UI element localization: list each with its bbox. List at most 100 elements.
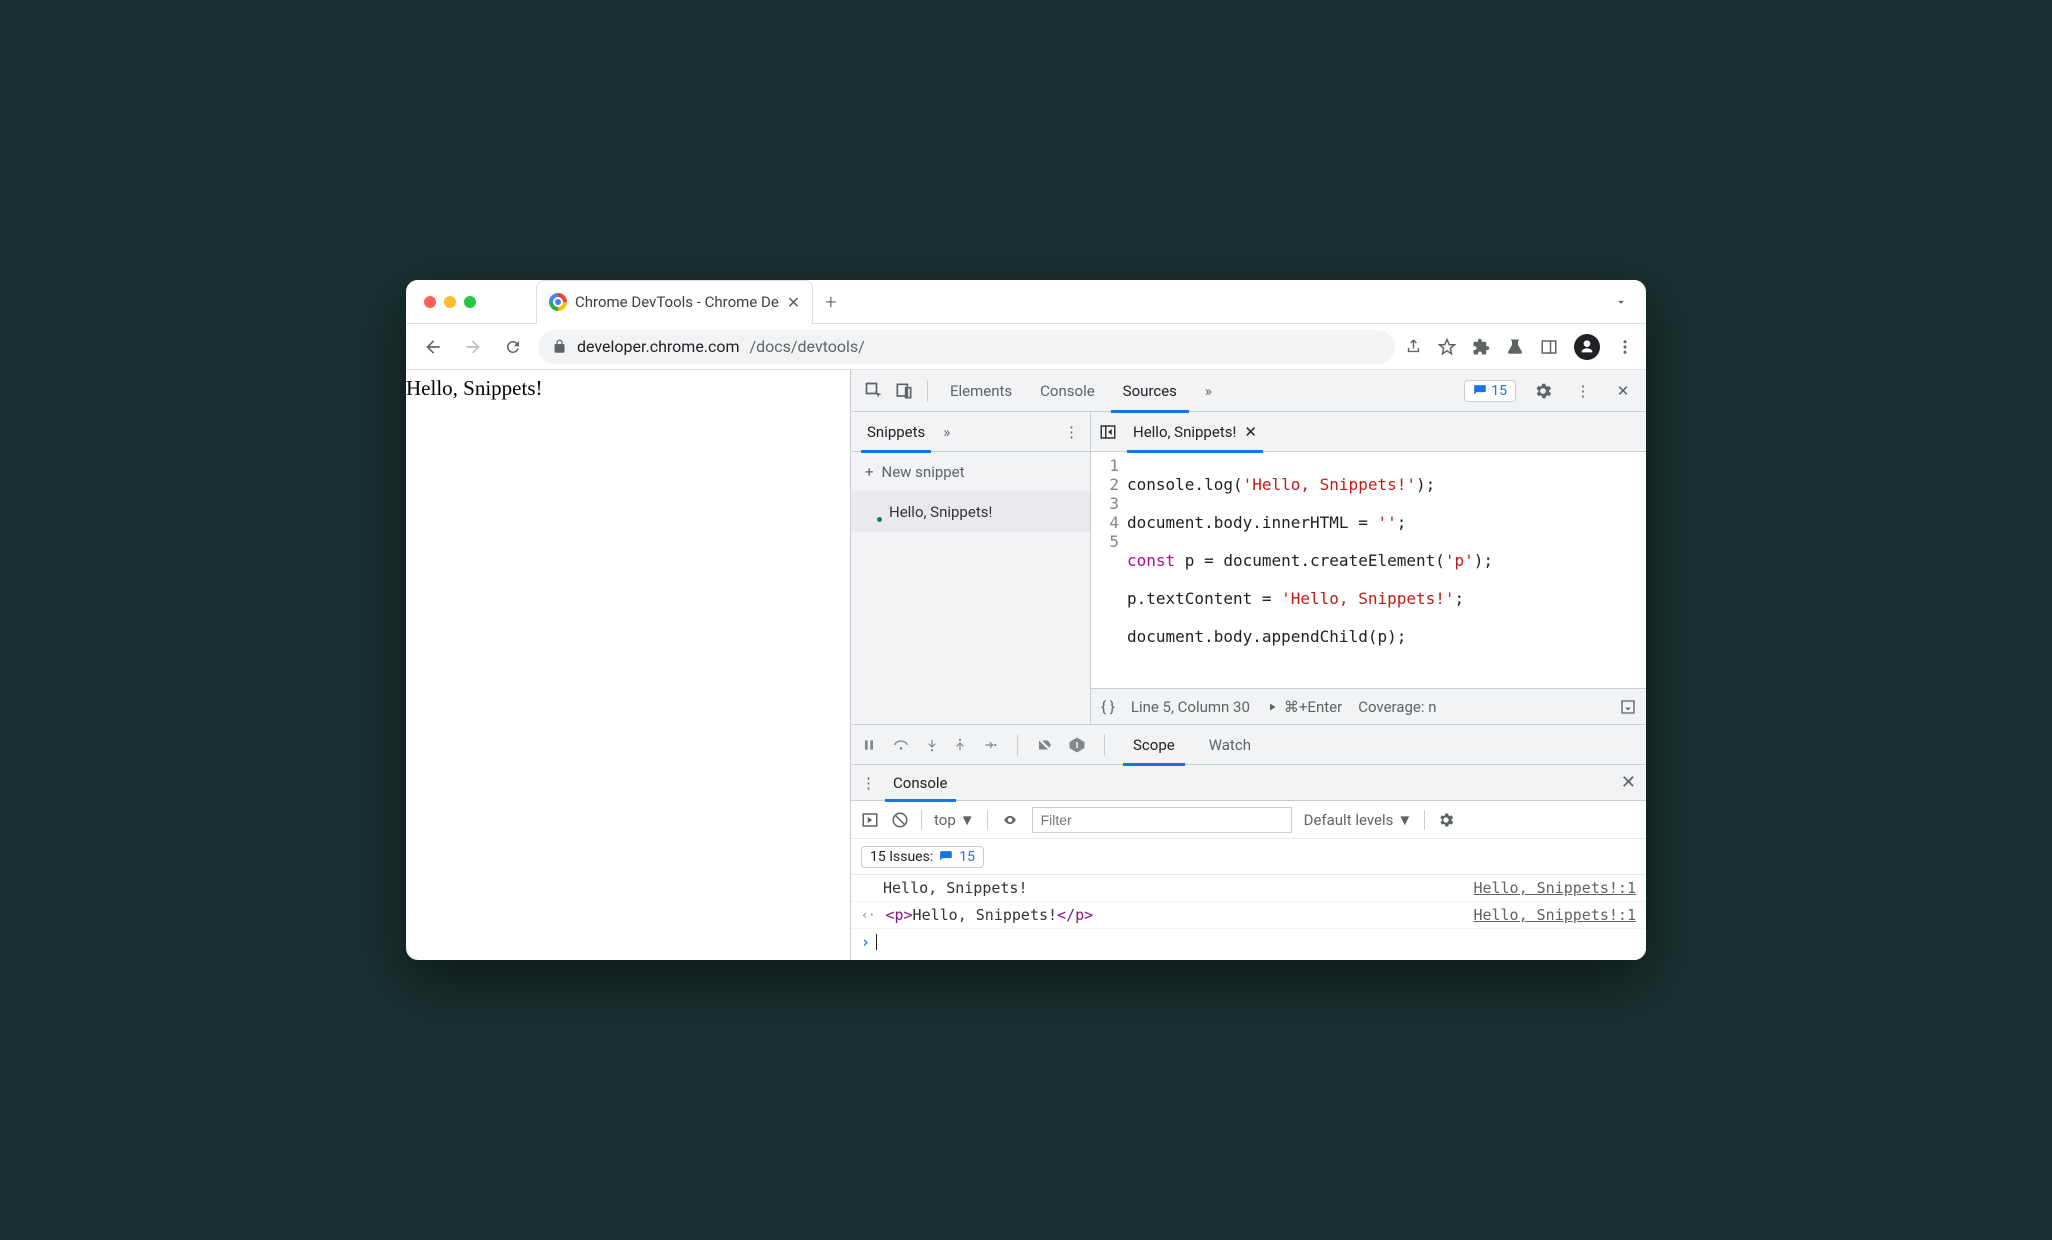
back-button[interactable] [418, 332, 448, 362]
console-message: Hello, Snippets! [861, 879, 1473, 897]
window-controls [424, 296, 476, 308]
console-drawer-tabs: ⋮ Console ✕ [851, 765, 1646, 801]
tabs-overflow-button[interactable] [1614, 295, 1628, 309]
debugger-toolbar: Scope Watch [851, 725, 1646, 765]
console-source-link[interactable]: Hello, Snippets!:1 [1473, 906, 1636, 924]
code-lines: console.log('Hello, Snippets!'); documen… [1127, 456, 1646, 684]
issues-pill[interactable]: 15 Issues: 15 [861, 846, 984, 868]
tab-scope[interactable]: Scope [1123, 725, 1185, 765]
toolbar-icons [1405, 334, 1634, 360]
code-editor-pane: Hello, Snippets! ✕ 1 2 3 4 5 console.log… [1091, 412, 1646, 724]
close-window-button[interactable] [424, 296, 436, 308]
navigator-overflow-icon[interactable]: » [943, 423, 950, 441]
url-input[interactable]: developer.chrome.com/docs/devtools/ [538, 330, 1395, 364]
chrome-menu-icon[interactable] [1616, 338, 1634, 356]
pause-on-exceptions-icon[interactable] [1068, 736, 1086, 754]
url-host: developer.chrome.com [577, 337, 740, 356]
console-input-row[interactable]: › [851, 929, 1646, 955]
console-settings-icon[interactable] [1437, 811, 1455, 829]
editor-file-tab[interactable]: Hello, Snippets! ✕ [1127, 412, 1263, 452]
console-log-row: Hello, Snippets! Hello, Snippets!:1 [851, 875, 1646, 902]
filter-input[interactable] [1032, 807, 1292, 833]
expand-arrow-icon[interactable]: ‹· [861, 908, 881, 922]
close-devtools-icon[interactable]: ✕ [1610, 378, 1636, 404]
step-over-icon[interactable] [891, 737, 911, 753]
drawer-tab-console[interactable]: Console [885, 765, 956, 801]
console-source-link[interactable]: Hello, Snippets!:1 [1473, 879, 1636, 897]
content-area: Hello, Snippets! Elements Console Source… [406, 370, 1646, 960]
chrome-icon [549, 293, 567, 311]
navigator-tab-snippets[interactable]: Snippets [861, 412, 931, 452]
step-icon[interactable] [981, 738, 999, 752]
page-body-text: Hello, Snippets! [406, 376, 543, 400]
new-snippet-button[interactable]: + New snippet [851, 452, 1090, 492]
show-sidebar-icon[interactable] [861, 811, 879, 829]
maximize-window-button[interactable] [464, 296, 476, 308]
profile-avatar[interactable] [1574, 334, 1600, 360]
tab-console[interactable]: Console [1028, 370, 1107, 412]
tab-title: Chrome DevTools - Chrome De [575, 293, 779, 311]
minimize-window-button[interactable] [444, 296, 456, 308]
code-editor[interactable]: 1 2 3 4 5 console.log('Hello, Snippets!'… [1091, 452, 1646, 688]
browser-tab[interactable]: Chrome DevTools - Chrome De ✕ [536, 280, 813, 324]
deactivate-breakpoints-icon[interactable] [1036, 736, 1054, 754]
close-file-icon[interactable]: ✕ [1244, 423, 1257, 441]
plus-icon: + [865, 463, 874, 481]
inspect-element-icon[interactable] [861, 378, 887, 404]
sources-navigator: Snippets » ⋮ + New snippet Hello, Snippe… [851, 412, 1091, 724]
live-expression-icon[interactable] [1000, 813, 1020, 827]
issues-count: 15 [1491, 383, 1507, 399]
device-toggle-icon[interactable] [891, 378, 917, 404]
line-gutter: 1 2 3 4 5 [1091, 456, 1127, 684]
cursor-position: Line 5, Column 30 [1131, 698, 1250, 716]
share-icon[interactable] [1405, 338, 1422, 355]
drawer-menu-icon[interactable]: ⋮ [861, 774, 877, 792]
step-into-icon[interactable] [925, 737, 939, 753]
pause-icon[interactable] [861, 737, 877, 753]
snippet-name: Hello, Snippets! [889, 503, 992, 521]
pretty-print-icon[interactable]: { } [1101, 698, 1115, 716]
prompt-icon: › [861, 933, 870, 951]
side-panel-icon[interactable] [1540, 338, 1558, 356]
coverage-label: Coverage: n [1358, 698, 1436, 716]
extensions-icon[interactable] [1472, 338, 1490, 356]
tabs-overflow-icon[interactable]: » [1205, 382, 1212, 400]
settings-icon[interactable] [1530, 378, 1556, 404]
issues-badge[interactable]: 15 [1464, 380, 1516, 402]
bookmark-icon[interactable] [1438, 338, 1456, 356]
sources-pane: Snippets » ⋮ + New snippet Hello, Snippe… [851, 412, 1646, 725]
devtools-menu-icon[interactable]: ⋮ [1570, 378, 1596, 404]
step-out-icon[interactable] [953, 737, 967, 753]
console-html-result[interactable]: <p>Hello, Snippets!</p> [881, 906, 1473, 924]
snippet-file-icon [865, 503, 881, 521]
new-tab-button[interactable]: + [825, 290, 836, 314]
tab-sources[interactable]: Sources [1111, 370, 1189, 412]
console-drawer: ⋮ Console ✕ top ▼ Default l [851, 765, 1646, 960]
close-tab-button[interactable]: ✕ [787, 293, 800, 312]
browser-window: Chrome DevTools - Chrome De ✕ + develope… [406, 280, 1646, 960]
statusbar-toggle-icon[interactable] [1620, 699, 1636, 715]
forward-button[interactable] [458, 332, 488, 362]
reload-button[interactable] [498, 332, 528, 362]
issues-pill-count: 15 [959, 849, 975, 865]
snippet-item[interactable]: Hello, Snippets! [851, 492, 1090, 532]
dropdown-icon: ▼ [960, 811, 975, 829]
clear-console-icon[interactable] [891, 811, 909, 829]
navigator-tabs: Snippets » ⋮ [851, 412, 1090, 452]
close-drawer-icon[interactable]: ✕ [1621, 772, 1636, 793]
devtools-tabbar: Elements Console Sources » 15 ⋮ ✕ [851, 370, 1646, 412]
tab-elements[interactable]: Elements [938, 370, 1024, 412]
devtools-panel: Elements Console Sources » 15 ⋮ ✕ [851, 370, 1646, 960]
log-levels-selector[interactable]: Default levels ▼ [1304, 811, 1413, 829]
labs-icon[interactable] [1506, 338, 1524, 356]
context-selector[interactable]: top ▼ [934, 811, 975, 829]
tab-watch[interactable]: Watch [1199, 725, 1261, 765]
toggle-navigator-icon[interactable] [1099, 423, 1117, 441]
rendered-page: Hello, Snippets! [406, 370, 851, 960]
dropdown-icon: ▼ [1397, 811, 1412, 829]
navigator-menu-icon[interactable]: ⋮ [1064, 423, 1080, 441]
run-snippet-button[interactable]: ⌘+Enter [1266, 698, 1342, 716]
console-issues-row: 15 Issues: 15 [851, 839, 1646, 875]
context-label: top [934, 811, 956, 829]
address-bar: developer.chrome.com/docs/devtools/ [406, 324, 1646, 370]
